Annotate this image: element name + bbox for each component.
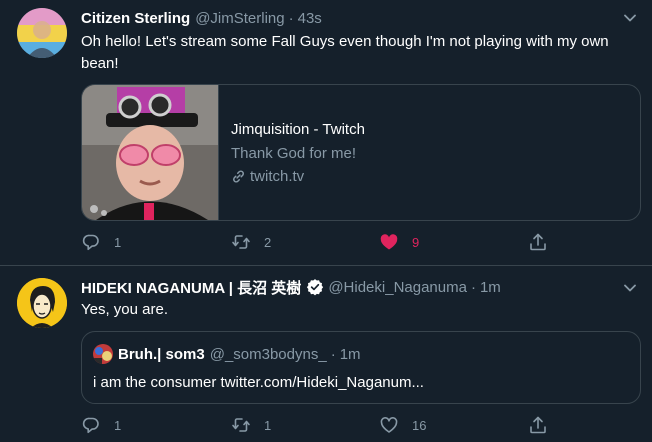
retweet-icon bbox=[232, 235, 250, 249]
quote-avatar bbox=[93, 344, 113, 364]
quoted-tweet[interactable]: Bruh.| som3 @_som3bodyns_ · 1m i am the … bbox=[81, 331, 641, 404]
handle[interactable]: @Hideki_Naganuma bbox=[328, 279, 467, 296]
tweet-actions: 1 2 9 bbox=[81, 232, 551, 252]
avatar[interactable] bbox=[17, 8, 67, 58]
chevron-down-icon[interactable] bbox=[622, 10, 638, 26]
card-description: Thank God for me! bbox=[231, 145, 357, 162]
quote-separator: · bbox=[330, 345, 336, 363]
verified-badge-icon bbox=[307, 279, 324, 296]
link-icon bbox=[233, 170, 244, 183]
card-image bbox=[82, 85, 219, 220]
tweet-header: Citizen Sterling @JimSterling · 43s bbox=[81, 8, 322, 28]
retweet-count: 2 bbox=[264, 234, 272, 250]
quote-timestamp: 1m bbox=[339, 345, 361, 363]
reply-button[interactable]: 1 bbox=[81, 232, 121, 252]
share-button[interactable] bbox=[528, 232, 548, 252]
separator: · bbox=[288, 9, 294, 27]
avatar[interactable] bbox=[17, 278, 67, 328]
retweet-count: 1 bbox=[264, 417, 272, 433]
card-domain-text: twitch.tv bbox=[250, 168, 305, 185]
timestamp[interactable]: 43s bbox=[298, 10, 322, 27]
tweet-text: Oh hello! Let's stream some Fall Guys ev… bbox=[81, 33, 609, 72]
display-name[interactable]: Citizen Sterling bbox=[81, 10, 190, 27]
heart-icon bbox=[380, 417, 398, 433]
quote-display-name: Bruh.| som3 bbox=[118, 345, 205, 363]
quote-text: i am the consumer twitter.com/Hideki_Nag… bbox=[93, 374, 424, 391]
timestamp[interactable]: 1m bbox=[480, 279, 501, 296]
reply-count: 1 bbox=[114, 234, 122, 250]
display-name[interactable]: HIDEKI NAGANUMA | 長沼 英樹 bbox=[81, 277, 301, 298]
link-card[interactable]: Jimquisition - Twitch Thank God for me! … bbox=[81, 84, 641, 221]
like-button[interactable]: 16 bbox=[379, 415, 426, 435]
quote-handle: @_som3bodyns_ bbox=[209, 345, 327, 363]
tweet-text: Yes, you are. bbox=[81, 301, 169, 318]
card-title: Jimquisition - Twitch bbox=[231, 121, 365, 138]
reply-icon bbox=[82, 417, 99, 434]
like-button[interactable]: 9 bbox=[379, 232, 419, 252]
retweet-button[interactable]: 1 bbox=[231, 415, 271, 435]
card-domain: twitch.tv bbox=[231, 168, 304, 185]
separator: · bbox=[470, 278, 476, 296]
reply-count: 1 bbox=[114, 417, 122, 433]
reply-icon bbox=[82, 234, 99, 251]
share-button[interactable] bbox=[528, 415, 548, 435]
tweet-actions: 1 1 16 bbox=[81, 415, 551, 435]
share-icon bbox=[530, 416, 546, 434]
tweet[interactable]: Citizen Sterling @JimSterling · 43s Oh h… bbox=[0, 0, 652, 265]
handle[interactable]: @JimSterling bbox=[195, 10, 284, 27]
like-count: 9 bbox=[412, 234, 420, 250]
heart-icon bbox=[380, 234, 398, 250]
quote-header: Bruh.| som3 @_som3bodyns_ · 1m bbox=[93, 344, 361, 364]
like-count: 16 bbox=[412, 417, 427, 433]
tweet-header: HIDEKI NAGANUMA | 長沼 英樹 @Hideki_Naganuma… bbox=[81, 277, 501, 297]
reply-button[interactable]: 1 bbox=[81, 415, 121, 435]
share-icon bbox=[530, 233, 546, 251]
chevron-down-icon[interactable] bbox=[622, 280, 638, 296]
retweet-button[interactable]: 2 bbox=[231, 232, 271, 252]
retweet-icon bbox=[232, 418, 250, 432]
